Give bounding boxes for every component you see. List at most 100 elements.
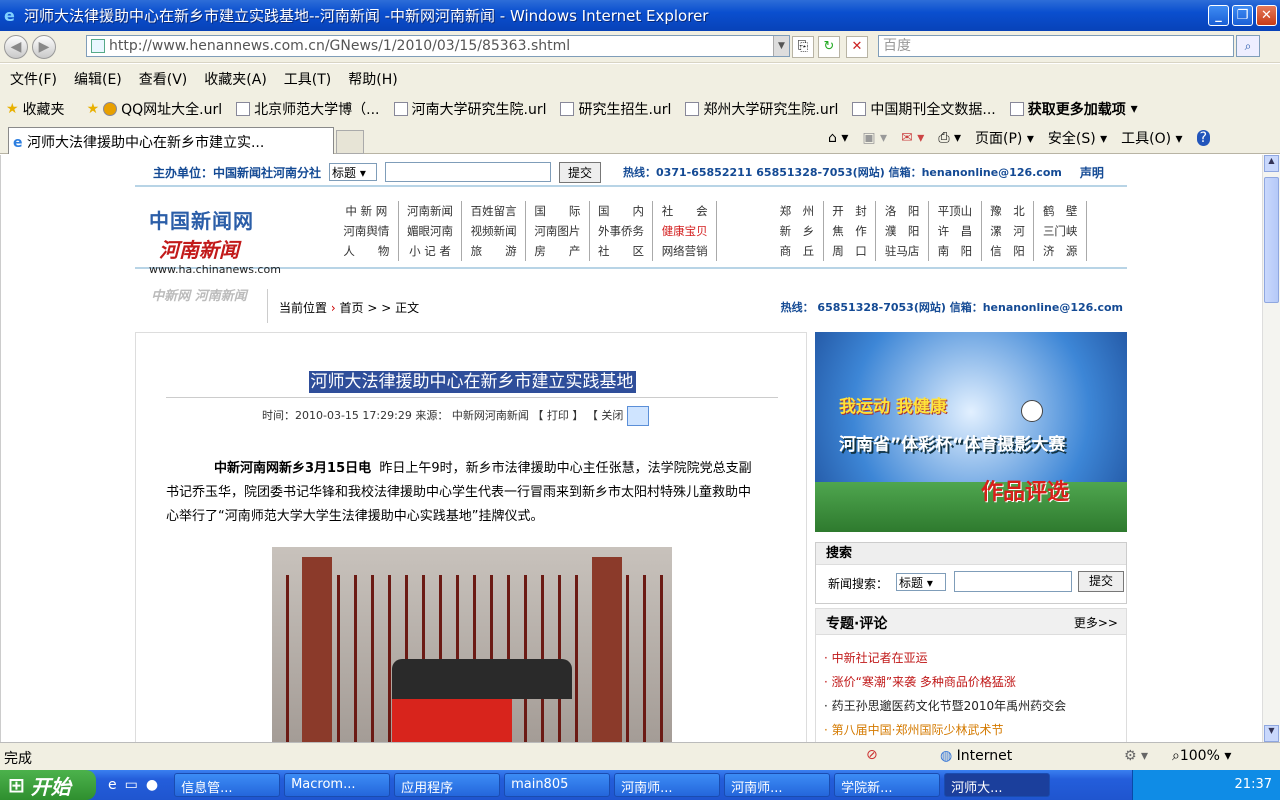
nav-link[interactable]: 商 丘 (771, 241, 824, 261)
nav-link[interactable]: 外事侨务 (590, 221, 654, 241)
print-link[interactable]: 【 打印 】 (532, 409, 583, 422)
protected-mode-icon[interactable]: ⚙ ▾ (1124, 748, 1148, 764)
nav-link[interactable]: 媚眼河南 (399, 221, 463, 241)
top-search-input[interactable] (385, 162, 552, 182)
top-submit-button[interactable]: 提交 (559, 161, 602, 183)
mail-icon[interactable]: ✉ ▾ (901, 130, 924, 146)
news-search-input[interactable] (954, 571, 1072, 592)
ie-quicklaunch-icon[interactable]: e (108, 777, 117, 793)
nav-link[interactable]: 许 昌 (929, 221, 982, 241)
nav-link[interactable]: 信 阳 (982, 241, 1035, 261)
help-icon[interactable]: ? (1196, 130, 1211, 146)
desktop-icon[interactable]: ▭ (125, 777, 138, 793)
nav-link[interactable]: 鹤 壁 (1034, 201, 1088, 221)
tools-menu[interactable]: 工具(O) ▾ (1121, 128, 1182, 148)
safety-menu[interactable]: 安全(S) ▾ (1048, 128, 1107, 148)
nav-link[interactable]: 小 记 者 (399, 241, 463, 261)
nav-link[interactable]: 濮 阳 (876, 221, 930, 241)
topic-item[interactable]: · 中新社记者在亚运 (824, 649, 1124, 673)
refresh-icon[interactable]: ↻ (818, 36, 840, 58)
scroll-thumb[interactable] (1264, 177, 1279, 303)
menu-tools[interactable]: 工具(T) (284, 69, 331, 89)
taskbar-item[interactable]: 河南师... (614, 773, 721, 797)
nav-link[interactable]: 社 会 (653, 201, 718, 221)
statement-link[interactable]: 声明 (1080, 164, 1104, 181)
ad-banner[interactable]: 我运动 我健康 河南省”体彩杯“体育摄影大赛 作品评选 (815, 332, 1127, 532)
nav-link[interactable]: 旅 游 (462, 241, 527, 261)
taskbar-item[interactable]: main805 (504, 773, 611, 797)
nav-link[interactable]: 视频新闻 (462, 221, 527, 241)
nav-link[interactable]: 河南新闻 (399, 201, 463, 221)
fav-item[interactable]: 北京师范大学博（... (236, 99, 380, 119)
breadcrumb-home[interactable]: 首页 (339, 301, 363, 315)
fav-item[interactable]: 郑州大学研究生院.url (685, 99, 838, 119)
nav-link[interactable]: 开 封 (824, 201, 877, 221)
nav-link[interactable]: 网络营销 (653, 241, 718, 261)
topic-item[interactable]: · 涨价“寒潮”来袭 多种商品价格猛涨 (824, 673, 1124, 697)
topic-link[interactable]: 中新社记者在亚运 (832, 651, 928, 665)
nav-link[interactable]: 河南图片 (526, 221, 590, 241)
nav-link[interactable]: 百姓留言 (462, 201, 527, 221)
nav-link[interactable]: 人 物 (335, 241, 399, 261)
nav-link[interactable]: 房 产 (526, 241, 590, 261)
nav-link[interactable]: 社 区 (590, 241, 654, 261)
nav-link[interactable]: 焦 作 (824, 221, 877, 241)
start-button[interactable]: ⊞ 开始 (0, 770, 96, 800)
topic-link[interactable]: 第八届中国·郑州国际少林武术节 (832, 723, 1004, 737)
nav-link[interactable]: 三门峡 (1034, 221, 1088, 241)
compat-icon[interactable]: ⎘ (792, 36, 814, 58)
maximize-button[interactable]: ❐ (1232, 5, 1253, 26)
favorites-button[interactable]: ★ 收藏夹 (6, 99, 65, 119)
feeds-icon[interactable]: ▣ ▾ (862, 130, 887, 146)
stop-icon[interactable]: ✕ (846, 36, 868, 58)
search-input[interactable]: 百度 (878, 35, 1234, 57)
page-menu[interactable]: 页面(P) ▾ (975, 128, 1034, 148)
nav-link[interactable]: 郑 州 (771, 201, 824, 221)
back-button[interactable]: ◀ (4, 34, 28, 59)
menu-help[interactable]: 帮助(H) (348, 69, 397, 89)
popup-blocker-icon[interactable]: ⊘ (866, 747, 878, 763)
topics-more-link[interactable]: 更多>> (1074, 614, 1118, 631)
nav-link[interactable]: 济 源 (1034, 241, 1088, 261)
topic-link[interactable]: 涨价“寒潮”来袭 多种商品价格猛涨 (832, 675, 1016, 689)
search-type-select[interactable]: 标题 ▾ (329, 163, 378, 181)
taskbar-item[interactable]: 学院新... (834, 773, 941, 797)
forward-button[interactable]: ▶ (32, 34, 56, 59)
menu-file[interactable]: 文件(F) (10, 69, 57, 89)
topic-item[interactable]: · 第八届中国·郑州国际少林武术节 (824, 721, 1124, 742)
nav-link[interactable]: 国 际 (526, 201, 590, 221)
taskbar-item[interactable]: 应用程序 (394, 773, 501, 797)
fav-item[interactable]: 河南大学研究生院.url (393, 99, 546, 119)
nav-link[interactable]: 洛 阳 (876, 201, 930, 221)
title-bar[interactable]: e 河师大法律援助中心在新乡市建立实践基地--河南新闻 -中新网河南新闻 - W… (0, 0, 1280, 31)
taskbar-item[interactable]: Macrom... (284, 773, 391, 797)
nav-link[interactable]: 周 口 (824, 241, 877, 261)
nav-link[interactable]: 漯 河 (982, 221, 1035, 241)
taskbar-item[interactable]: 河南师... (724, 773, 831, 797)
nav-link[interactable]: 健康宝贝 (653, 221, 718, 241)
print-icon[interactable]: ⎙ ▾ (938, 130, 961, 146)
new-tab-button[interactable] (336, 130, 364, 154)
address-input[interactable]: http://www.henannews.com.cn/GNews/1/2010… (86, 35, 790, 57)
menu-edit[interactable]: 编辑(E) (74, 69, 122, 89)
scroll-down-icon[interactable]: ▼ (1264, 725, 1279, 742)
taskbar-item[interactable]: 信息管... (174, 773, 281, 797)
topic-item[interactable]: · 药王孙思邈医药文化节暨2010年禹州药交会 (824, 697, 1124, 721)
search-icon[interactable]: ⌕ (1236, 35, 1260, 57)
fav-item[interactable]: ★ QQ网址大全.url (87, 99, 223, 119)
zoom-control[interactable]: ⌕100% ▾ (1172, 748, 1231, 764)
home-icon[interactable]: ⌂ ▾ (828, 130, 848, 146)
menu-view[interactable]: 查看(V) (139, 69, 188, 89)
nav-link[interactable]: 中 新 网 (335, 201, 399, 221)
get-addons-link[interactable]: 获取更多加载项 ▾ (1009, 99, 1138, 119)
nav-link[interactable]: 河南舆情 (335, 221, 399, 241)
tab-current[interactable]: e 河师大法律援助中心在新乡市建立实... (8, 127, 334, 154)
close-link[interactable]: 【 关闭 (587, 409, 624, 422)
search-select[interactable]: 标题 ▾ (896, 573, 946, 591)
nav-link[interactable]: 新 乡 (771, 221, 824, 241)
menu-favorites[interactable]: 收藏夹(A) (204, 69, 267, 89)
scroll-up-icon[interactable]: ▲ (1264, 155, 1279, 172)
nav-link[interactable]: 平顶山 (929, 201, 982, 221)
vertical-scrollbar[interactable]: ▲ ▼ (1262, 155, 1280, 742)
nav-link[interactable]: 南 阳 (929, 241, 982, 261)
